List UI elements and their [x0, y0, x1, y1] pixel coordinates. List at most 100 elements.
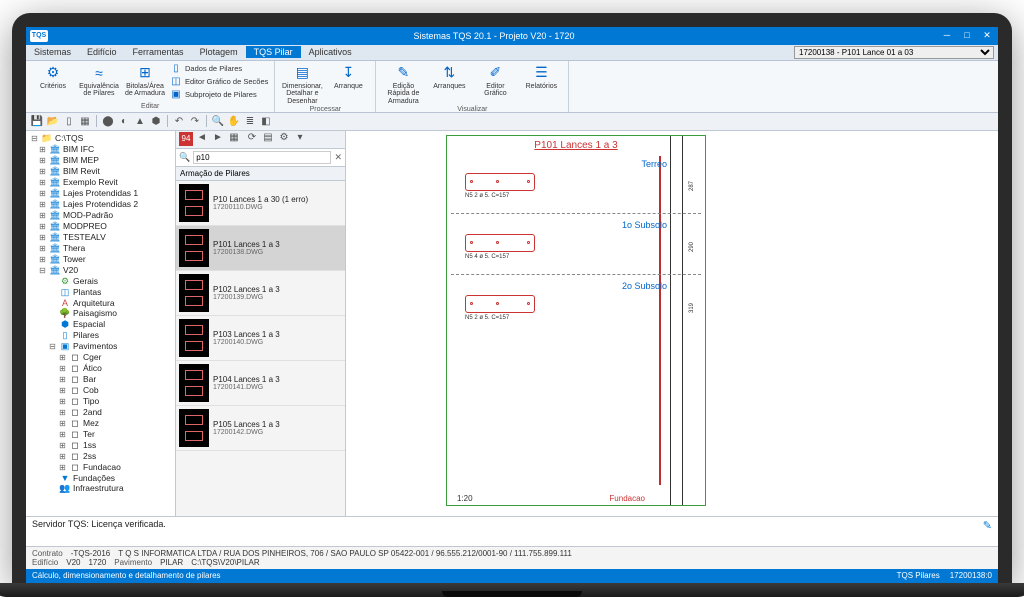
- drawing-preview[interactable]: P101 Lances 1 a 3 TerreoN5 2 ø 5. C=1572…: [346, 131, 998, 516]
- menu-ferramentas[interactable]: Ferramentas: [125, 46, 192, 58]
- ribbon-group-visualizar: Visualizar: [382, 106, 562, 113]
- tree-item[interactable]: ⊟▣Pavimentos: [28, 341, 173, 352]
- tool-pan-icon[interactable]: ✋: [227, 114, 241, 128]
- menu-aplicativos[interactable]: Aplicativos: [301, 46, 360, 58]
- tree-item[interactable]: ◫Plantas: [28, 287, 173, 298]
- tool-zoom-icon[interactable]: 🔍: [211, 114, 225, 128]
- tree-item[interactable]: ⊟📁C:\TQS: [28, 133, 173, 144]
- editor-secoes-button[interactable]: ◫Editor Gráfico de Secões: [170, 76, 268, 88]
- tree-item[interactable]: ⊞🏛MODPREO: [28, 221, 173, 232]
- tree-item[interactable]: ⊞◻2and: [28, 407, 173, 418]
- tree-item[interactable]: ⊟🏛V20: [28, 265, 173, 276]
- list-item[interactable]: P103 Lances 1 a 317200140.DWG: [176, 316, 345, 361]
- console-text: Servidor TQS: Licença verificada.: [32, 519, 166, 544]
- menu-edifício[interactable]: Edifício: [79, 46, 125, 58]
- tree-item[interactable]: ⊞🏛BIM MEP: [28, 155, 173, 166]
- edicao-rapida-button[interactable]: ✎Edição Rápida de Armadura: [382, 63, 424, 106]
- approx-icon: ≈: [89, 63, 109, 83]
- list-dropdown-icon[interactable]: ▾: [293, 132, 307, 146]
- tool-misc-icon[interactable]: ◧: [259, 114, 273, 128]
- tree-item[interactable]: ⊞🏛MOD-Padrão: [28, 210, 173, 221]
- tree-item[interactable]: AArquitetura: [28, 298, 173, 308]
- relatorios-button[interactable]: ☰Relatórios: [520, 63, 562, 91]
- editor-grafico-button[interactable]: ✐Editor Gráfico: [474, 63, 516, 98]
- floor-block: 2o SubsoloN5 2 ø 5. C=157319: [451, 275, 701, 335]
- tree-item[interactable]: ⊞◻2ss: [28, 451, 173, 462]
- tree-item[interactable]: ⊞🏛TESTEALV: [28, 232, 173, 243]
- tool-redo-icon[interactable]: ↷: [188, 114, 202, 128]
- list-item[interactable]: P102 Lances 1 a 317200139.DWG: [176, 271, 345, 316]
- tree-item[interactable]: ⊞◻Ático: [28, 363, 173, 374]
- tool-open-icon[interactable]: 📂: [46, 114, 60, 128]
- project-tree[interactable]: ⊟📁C:\TQS⊞🏛BIM IFC⊞🏛BIM MEP⊞🏛BIM Revit⊞🏛E…: [26, 131, 176, 516]
- list-item[interactable]: P105 Lances 1 a 317200142.DWG: [176, 406, 345, 451]
- tool-p2-icon[interactable]: ◐: [117, 114, 131, 128]
- menu-bar: SistemasEdifícioFerramentasPlotagemTQS P…: [26, 46, 360, 58]
- status-module: TQS Pilares: [897, 571, 940, 580]
- footer-info: Contrato -TQS-2016 T Q S INFORMATICA LTD…: [26, 546, 998, 569]
- list-nav-next-icon[interactable]: ►: [211, 132, 225, 146]
- tree-item[interactable]: ⊞◻1ss: [28, 440, 173, 451]
- tool-grid-icon[interactable]: ▦: [78, 114, 92, 128]
- maximize-button[interactable]: □: [960, 30, 974, 41]
- tool-p3-icon[interactable]: ▲: [133, 114, 147, 128]
- tree-item[interactable]: ▼Fundações: [28, 473, 173, 483]
- tool-save-icon[interactable]: 💾: [30, 114, 44, 128]
- arranque-button[interactable]: ↧Arranque: [327, 63, 369, 91]
- tree-item[interactable]: ▯Pilares: [28, 330, 173, 341]
- tree-item[interactable]: ⊞◻Fundacao: [28, 462, 173, 473]
- dimensionar-button[interactable]: ▤Dimensionar, Detalhar e Desenhar: [281, 63, 323, 106]
- tree-item[interactable]: 👥Infraestrutura: [28, 483, 173, 494]
- list-nav-prev-icon[interactable]: ◄: [195, 132, 209, 146]
- tree-item[interactable]: ⊞🏛BIM IFC: [28, 144, 173, 155]
- list-item[interactable]: P101 Lances 1 a 317200138.DWG: [176, 226, 345, 271]
- console-edit-icon[interactable]: ✎: [983, 519, 992, 544]
- tool-column-icon[interactable]: ▯: [62, 114, 76, 128]
- list-export-icon[interactable]: ▤: [261, 132, 275, 146]
- titlebar: TQS Sistemas TQS 20.1 - Projeto V20 - 17…: [26, 27, 998, 45]
- list-grid-icon[interactable]: ▦: [227, 132, 241, 146]
- menu-plotagem[interactable]: Plotagem: [192, 46, 246, 58]
- drawing-selector[interactable]: 17200138 - P101 Lance 01 a 03: [794, 46, 994, 59]
- toolbar: 💾 📂 ▯ ▦ ⬤ ◐ ▲ ⬢ ↶ ↷ 🔍 ✋ ≣ ◧: [26, 113, 998, 131]
- drawing-list[interactable]: P10 Lances 1 a 30 (1 erro)17200110.DWGP1…: [176, 181, 345, 516]
- tree-item[interactable]: ⊞◻Cob: [28, 385, 173, 396]
- tree-item[interactable]: 🌳Paisagismo: [28, 308, 173, 319]
- criterios-button[interactable]: ⚙Critérios: [32, 63, 74, 91]
- clear-search-icon[interactable]: ✕: [334, 152, 342, 163]
- foundation-label: Fundacao: [609, 494, 645, 503]
- list-settings-icon[interactable]: ⚙: [277, 132, 291, 146]
- tree-item[interactable]: ⊞🏛Lajes Protendidas 2: [28, 199, 173, 210]
- subprojeto-button[interactable]: ▣Subprojeto de Pilares: [170, 89, 268, 101]
- equivalencia-button[interactable]: ≈Equivalência de Pilares: [78, 63, 120, 98]
- tree-item[interactable]: ⊞◻Ter: [28, 429, 173, 440]
- tree-item[interactable]: ⊞◻Bar: [28, 374, 173, 385]
- arranques-button[interactable]: ⇅Arranques: [428, 63, 470, 91]
- tool-p4-icon[interactable]: ⬢: [149, 114, 163, 128]
- search-input[interactable]: [193, 151, 331, 164]
- bitolas-button[interactable]: ⊞Bitolas/Área de Armadura: [124, 63, 166, 98]
- tree-item[interactable]: ⊞◻Tipo: [28, 396, 173, 407]
- tree-item[interactable]: ⚙Gerais: [28, 276, 173, 287]
- list-refresh-icon[interactable]: ⟳: [245, 132, 259, 146]
- tool-p1-icon[interactable]: ⬤: [101, 114, 115, 128]
- tool-undo-icon[interactable]: ↶: [172, 114, 186, 128]
- tree-item[interactable]: ⊞🏛Exemplo Revit: [28, 177, 173, 188]
- tree-item[interactable]: ⊞🏛Tower: [28, 254, 173, 265]
- tree-item[interactable]: ⊞◻Mez: [28, 418, 173, 429]
- dados-pilares-button[interactable]: ▯Dados de Pilares: [170, 63, 268, 75]
- menu-sistemas[interactable]: Sistemas: [26, 46, 79, 58]
- starter-icon: ↧: [338, 63, 358, 83]
- list-item[interactable]: P10 Lances 1 a 30 (1 erro)17200110.DWG: [176, 181, 345, 226]
- close-button[interactable]: ✕: [980, 30, 994, 41]
- tree-item[interactable]: ⊞🏛Lajes Protendidas 1: [28, 188, 173, 199]
- menu-tqs pilar[interactable]: TQS Pilar: [246, 46, 301, 58]
- list-item[interactable]: P104 Lances 1 a 317200141.DWG: [176, 361, 345, 406]
- tree-item[interactable]: ⊞🏛Thera: [28, 243, 173, 254]
- minimize-button[interactable]: ─: [940, 30, 954, 41]
- tree-item[interactable]: ⊞🏛BIM Revit: [28, 166, 173, 177]
- tree-item[interactable]: ⬢Espacial: [28, 319, 173, 330]
- tree-item[interactable]: ⊞◻Cger: [28, 352, 173, 363]
- tool-layers-icon[interactable]: ≣: [243, 114, 257, 128]
- search-icon: 🔍: [179, 152, 190, 163]
